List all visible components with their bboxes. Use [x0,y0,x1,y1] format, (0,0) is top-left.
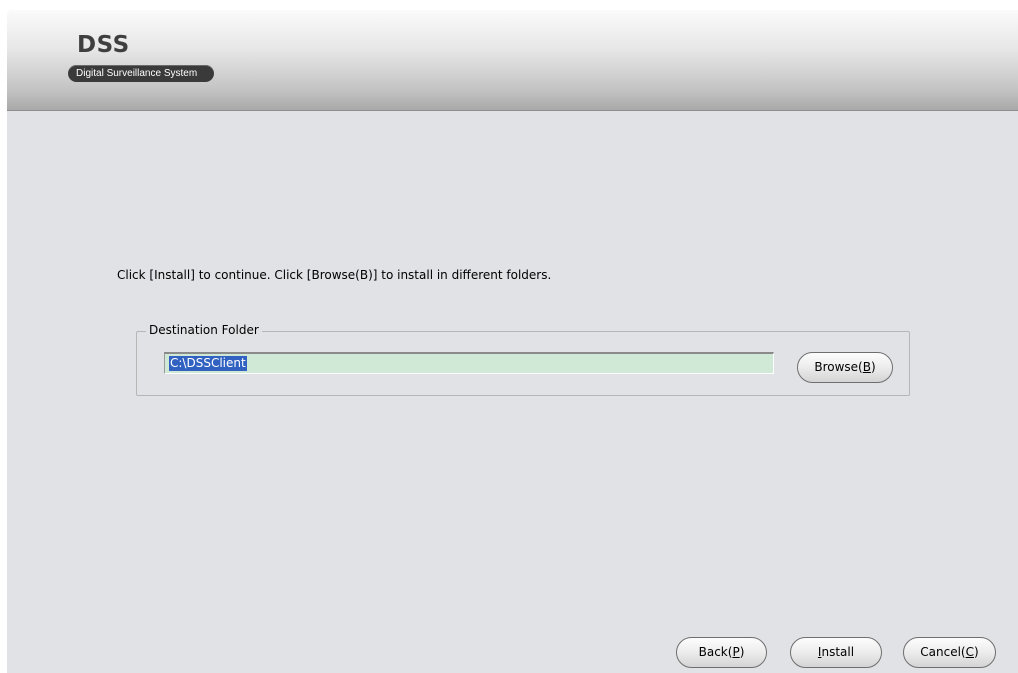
browse-button[interactable]: Browse(B) [797,352,893,383]
logo-subtitle-badge: Digital Surveillance System [68,65,215,82]
browse-button-accelerator: B [862,360,871,374]
browse-button-label-suffix: ) [870,360,876,374]
instruction-text: Click [Install] to continue. Click [Brow… [117,268,552,282]
back-button-accelerator: P [732,645,740,659]
install-button-label-suffix: nstall [821,645,855,659]
installer-header: DSS Digital Surveillance System [7,10,1018,111]
cancel-button[interactable]: Cancel(C) [903,637,996,668]
cancel-button-label-prefix: Cancel( [920,645,966,659]
back-button[interactable]: Back(P) [676,637,767,668]
back-button-label-prefix: Back( [698,645,733,659]
logo-title: DSS [77,32,130,58]
destination-folder-input[interactable]: C:\DSSClient [164,352,774,374]
installer-window: DSS Digital Surveillance System Click [I… [7,10,1018,673]
destination-folder-value: C:\DSSClient [169,356,247,371]
browse-button-label-prefix: Browse( [814,360,863,374]
install-button[interactable]: Install [790,637,882,668]
back-button-label-suffix: ) [739,645,745,659]
destination-folder-label: Destination Folder [146,322,262,338]
cancel-button-accelerator: C [965,645,975,659]
cancel-button-label-suffix: ) [974,645,979,659]
